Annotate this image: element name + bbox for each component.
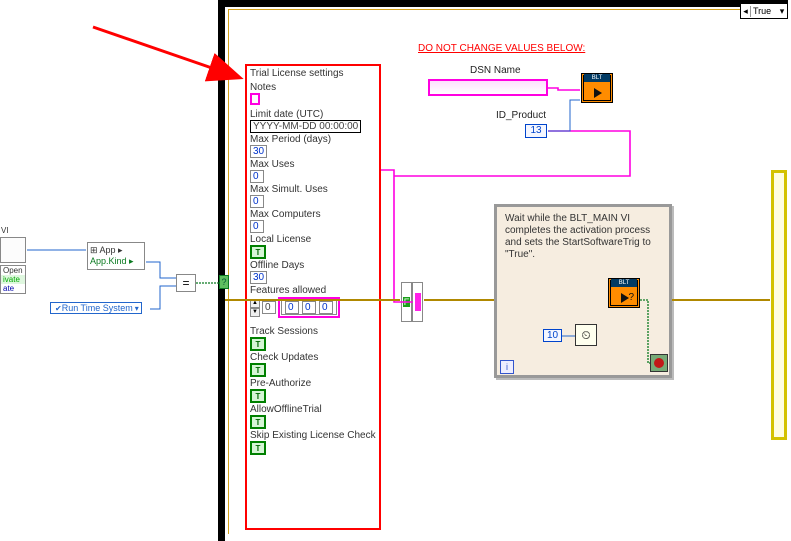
runtime-enum[interactable]: ✔ Run Time System ▾: [50, 302, 142, 314]
case-dropdown-icon[interactable]: ▾: [777, 6, 787, 17]
local-license-value[interactable]: T: [250, 245, 266, 259]
check-updates-label: Check Updates: [250, 352, 376, 363]
blt-tag-2: BLT: [611, 279, 637, 287]
trial-panel-title: Trial License settings: [247, 66, 379, 81]
id-product-value[interactable]: 13: [525, 124, 547, 138]
row-open: Open: [1, 266, 25, 275]
app-property-node[interactable]: ⊞ App ▸ App.Kind ▸: [87, 242, 145, 270]
track-sessions-value[interactable]: T: [250, 337, 266, 351]
enum-dd-left-icon: ✔: [55, 304, 62, 313]
wait-ms-icon[interactable]: ⏲: [575, 324, 597, 346]
wait-const-10[interactable]: 10: [543, 329, 562, 342]
magenta-tunnel-icon: [415, 293, 421, 311]
right-structure-edge: [771, 170, 787, 440]
max-computers-value[interactable]: 0: [250, 220, 264, 233]
stop-circle-icon: [654, 358, 664, 368]
warning-text: DO NOT CHANGE VALUES BELOW:: [418, 43, 585, 54]
runtime-text: Run Time System: [62, 303, 133, 313]
max-period-value[interactable]: 30: [250, 145, 267, 158]
app-handle: ⊞ App ▸: [90, 245, 142, 256]
features-label: Features allowed: [250, 285, 376, 296]
case-selector[interactable]: ◂ True ▾: [740, 3, 788, 19]
vi-label: VI: [1, 226, 9, 235]
allow-offline-label: AllowOfflineTrial: [250, 404, 376, 415]
dsn-value[interactable]: [428, 79, 548, 96]
left-vi-ref[interactable]: VI Open ivate ate: [0, 237, 26, 294]
features-array[interactable]: ▲▼ 0 0 0 0: [250, 297, 376, 318]
features-index-stepper[interactable]: ▲▼: [250, 299, 260, 317]
blt-subvi-1[interactable]: BLT: [581, 73, 613, 103]
offline-days-label: Offline Days: [250, 260, 376, 271]
trial-license-cluster[interactable]: Trial License settings Notes Limit date …: [245, 64, 381, 530]
limit-date-value[interactable]: YYYY-MM-DD 00:00:00: [250, 120, 361, 133]
question-icon: ?: [628, 292, 634, 303]
max-uses-value[interactable]: 0: [250, 170, 264, 183]
callout-arrow-icon: [88, 22, 248, 92]
wait-loop-note-frame: Wait while the BLT_MAIN VI completes the…: [494, 204, 672, 378]
allow-offline-value[interactable]: T: [250, 415, 266, 429]
loop-index-i: i: [500, 360, 514, 374]
dsn-label: DSN Name: [470, 65, 521, 76]
bool-f-const: F: [403, 297, 411, 307]
notes-value[interactable]: [250, 93, 260, 105]
features-v2[interactable]: 0: [319, 301, 333, 314]
id-product-label: ID_Product: [496, 110, 546, 121]
bool-tunnel-stack: F: [401, 282, 423, 322]
limit-date-label: Limit date (UTC): [250, 109, 376, 120]
note-text: Wait while the BLT_MAIN VI completes the…: [505, 213, 661, 261]
blt-subvi-2[interactable]: BLT ?: [608, 278, 640, 308]
row-ate: ate: [1, 284, 25, 293]
features-index[interactable]: 0: [262, 301, 276, 314]
skip-check-value[interactable]: T: [250, 441, 266, 455]
max-uses-label: Max Uses: [250, 159, 376, 170]
skip-check-label: Skip Existing License Check: [250, 430, 376, 441]
row-ivate: ivate: [1, 275, 25, 284]
loop-stop-terminal[interactable]: [650, 354, 668, 372]
local-license-label: Local License: [250, 234, 376, 245]
play-icon: [594, 88, 602, 98]
blt-tag-1: BLT: [584, 74, 610, 82]
max-simult-value[interactable]: 0: [250, 195, 264, 208]
enum-dd-icon[interactable]: ▾: [135, 304, 139, 313]
pre-auth-label: Pre-Authorize: [250, 378, 376, 389]
app-kind: App.Kind ▸: [90, 256, 134, 266]
max-simult-label: Max Simult. Uses: [250, 184, 376, 195]
equals-node[interactable]: =: [176, 274, 196, 292]
track-sessions-label: Track Sessions: [250, 326, 376, 337]
features-v0[interactable]: 0: [285, 301, 299, 314]
check-updates-value[interactable]: T: [250, 363, 266, 377]
pre-auth-value[interactable]: T: [250, 389, 266, 403]
features-v1[interactable]: 0: [302, 301, 316, 314]
max-computers-label: Max Computers: [250, 209, 376, 220]
offline-days-value[interactable]: 30: [250, 271, 267, 284]
max-period-label: Max Period (days): [250, 134, 376, 145]
case-prev-icon[interactable]: ◂: [741, 6, 751, 17]
notes-label: Notes: [250, 82, 376, 93]
case-value: True: [751, 6, 777, 16]
case-selector-tunnel-icon: ?: [219, 275, 229, 289]
